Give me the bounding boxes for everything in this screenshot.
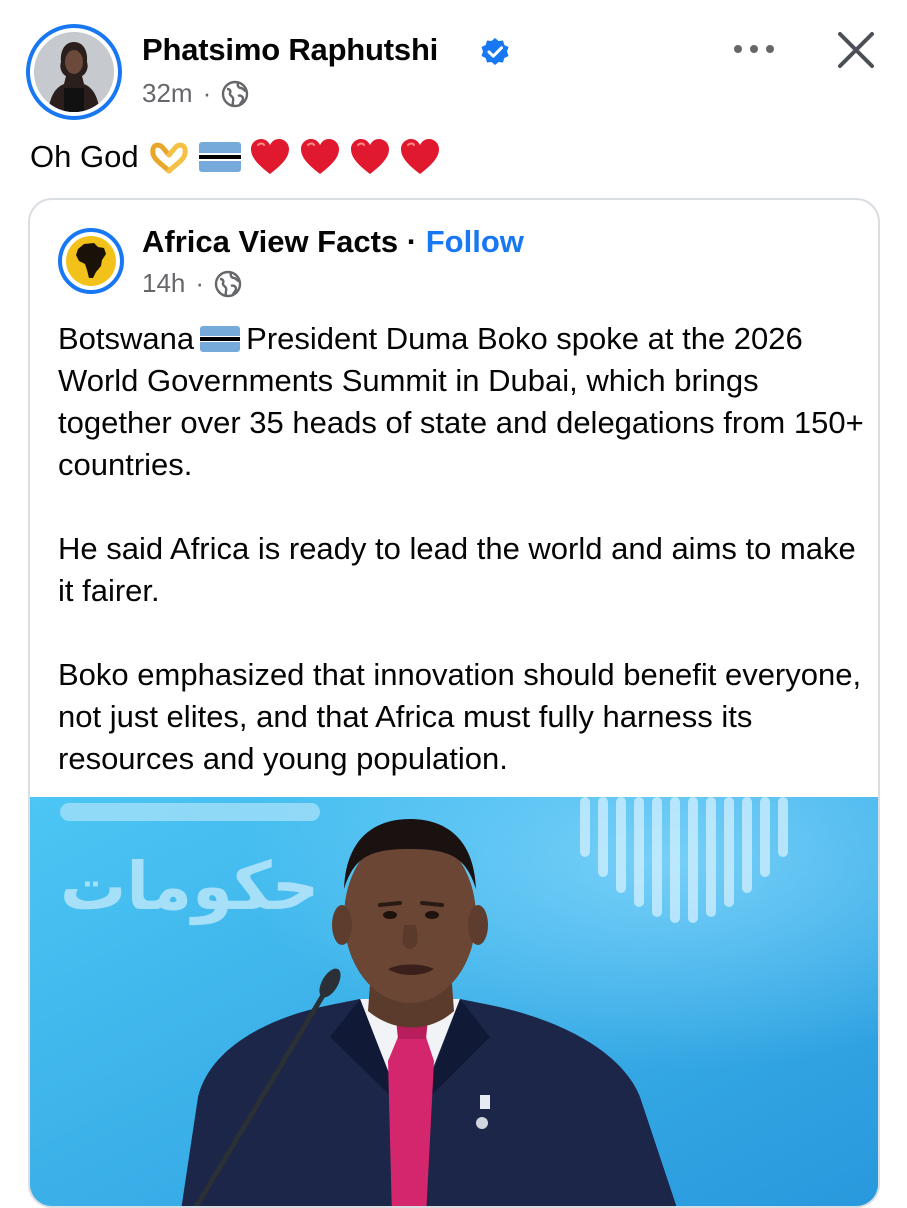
body-text: Botswana [58,321,195,356]
author-avatar-image [34,32,114,112]
author-name[interactable]: Phatsimo Raphutshi [142,32,438,68]
shared-post-body: Botswana President Duma Boko spoke at the… [58,318,868,780]
meta-separator: · [202,78,212,108]
post-time[interactable]: 32m [142,78,193,109]
red-heart-icon [300,139,339,174]
shared-page-avatar[interactable] [58,228,124,294]
shared-post-meta: 14h · [142,268,242,299]
more-options-button[interactable] [734,36,774,62]
more-dot [734,45,742,53]
speaker-photo: حكومات [30,797,878,1206]
shared-post-time[interactable]: 14h [142,268,185,299]
red-heart-icon [350,139,389,174]
post-text-content: Oh God [30,139,139,174]
meta-separator: · [195,268,205,298]
backdrop-text: حكومات [60,848,319,926]
body-paragraph-2: He said Africa is ready to lead the worl… [58,531,856,608]
shared-page-name[interactable]: Africa View Facts [142,224,398,259]
body-paragraph-3: Boko emphasized that innovation should b… [58,657,862,776]
globe-icon [214,270,242,297]
post-image[interactable]: حكومات [30,797,878,1206]
more-dot [750,45,758,53]
heart-hands-icon [149,142,188,174]
shared-page-header: Africa View Facts · Follow [142,224,524,260]
botswana-flag-icon [198,142,241,172]
author-avatar[interactable] [26,24,122,120]
africa-map-icon [66,236,116,286]
post-text: Oh God [30,137,441,177]
shared-post-card[interactable]: Africa View Facts · Follow 14h · Botswan… [28,198,880,1208]
globe-icon [222,80,249,107]
verified-badge-icon [481,38,509,65]
body-paragraph-1: Botswana President Duma Boko spoke at the… [58,318,868,486]
red-heart-icon [250,139,289,174]
post-meta: 32m · [142,78,249,109]
close-icon[interactable] [834,28,878,72]
follow-button[interactable]: Follow [426,224,524,259]
botswana-flag-icon [200,326,241,352]
more-dot [766,45,774,53]
header-separator: · [406,224,418,259]
red-heart-icon [400,139,439,174]
